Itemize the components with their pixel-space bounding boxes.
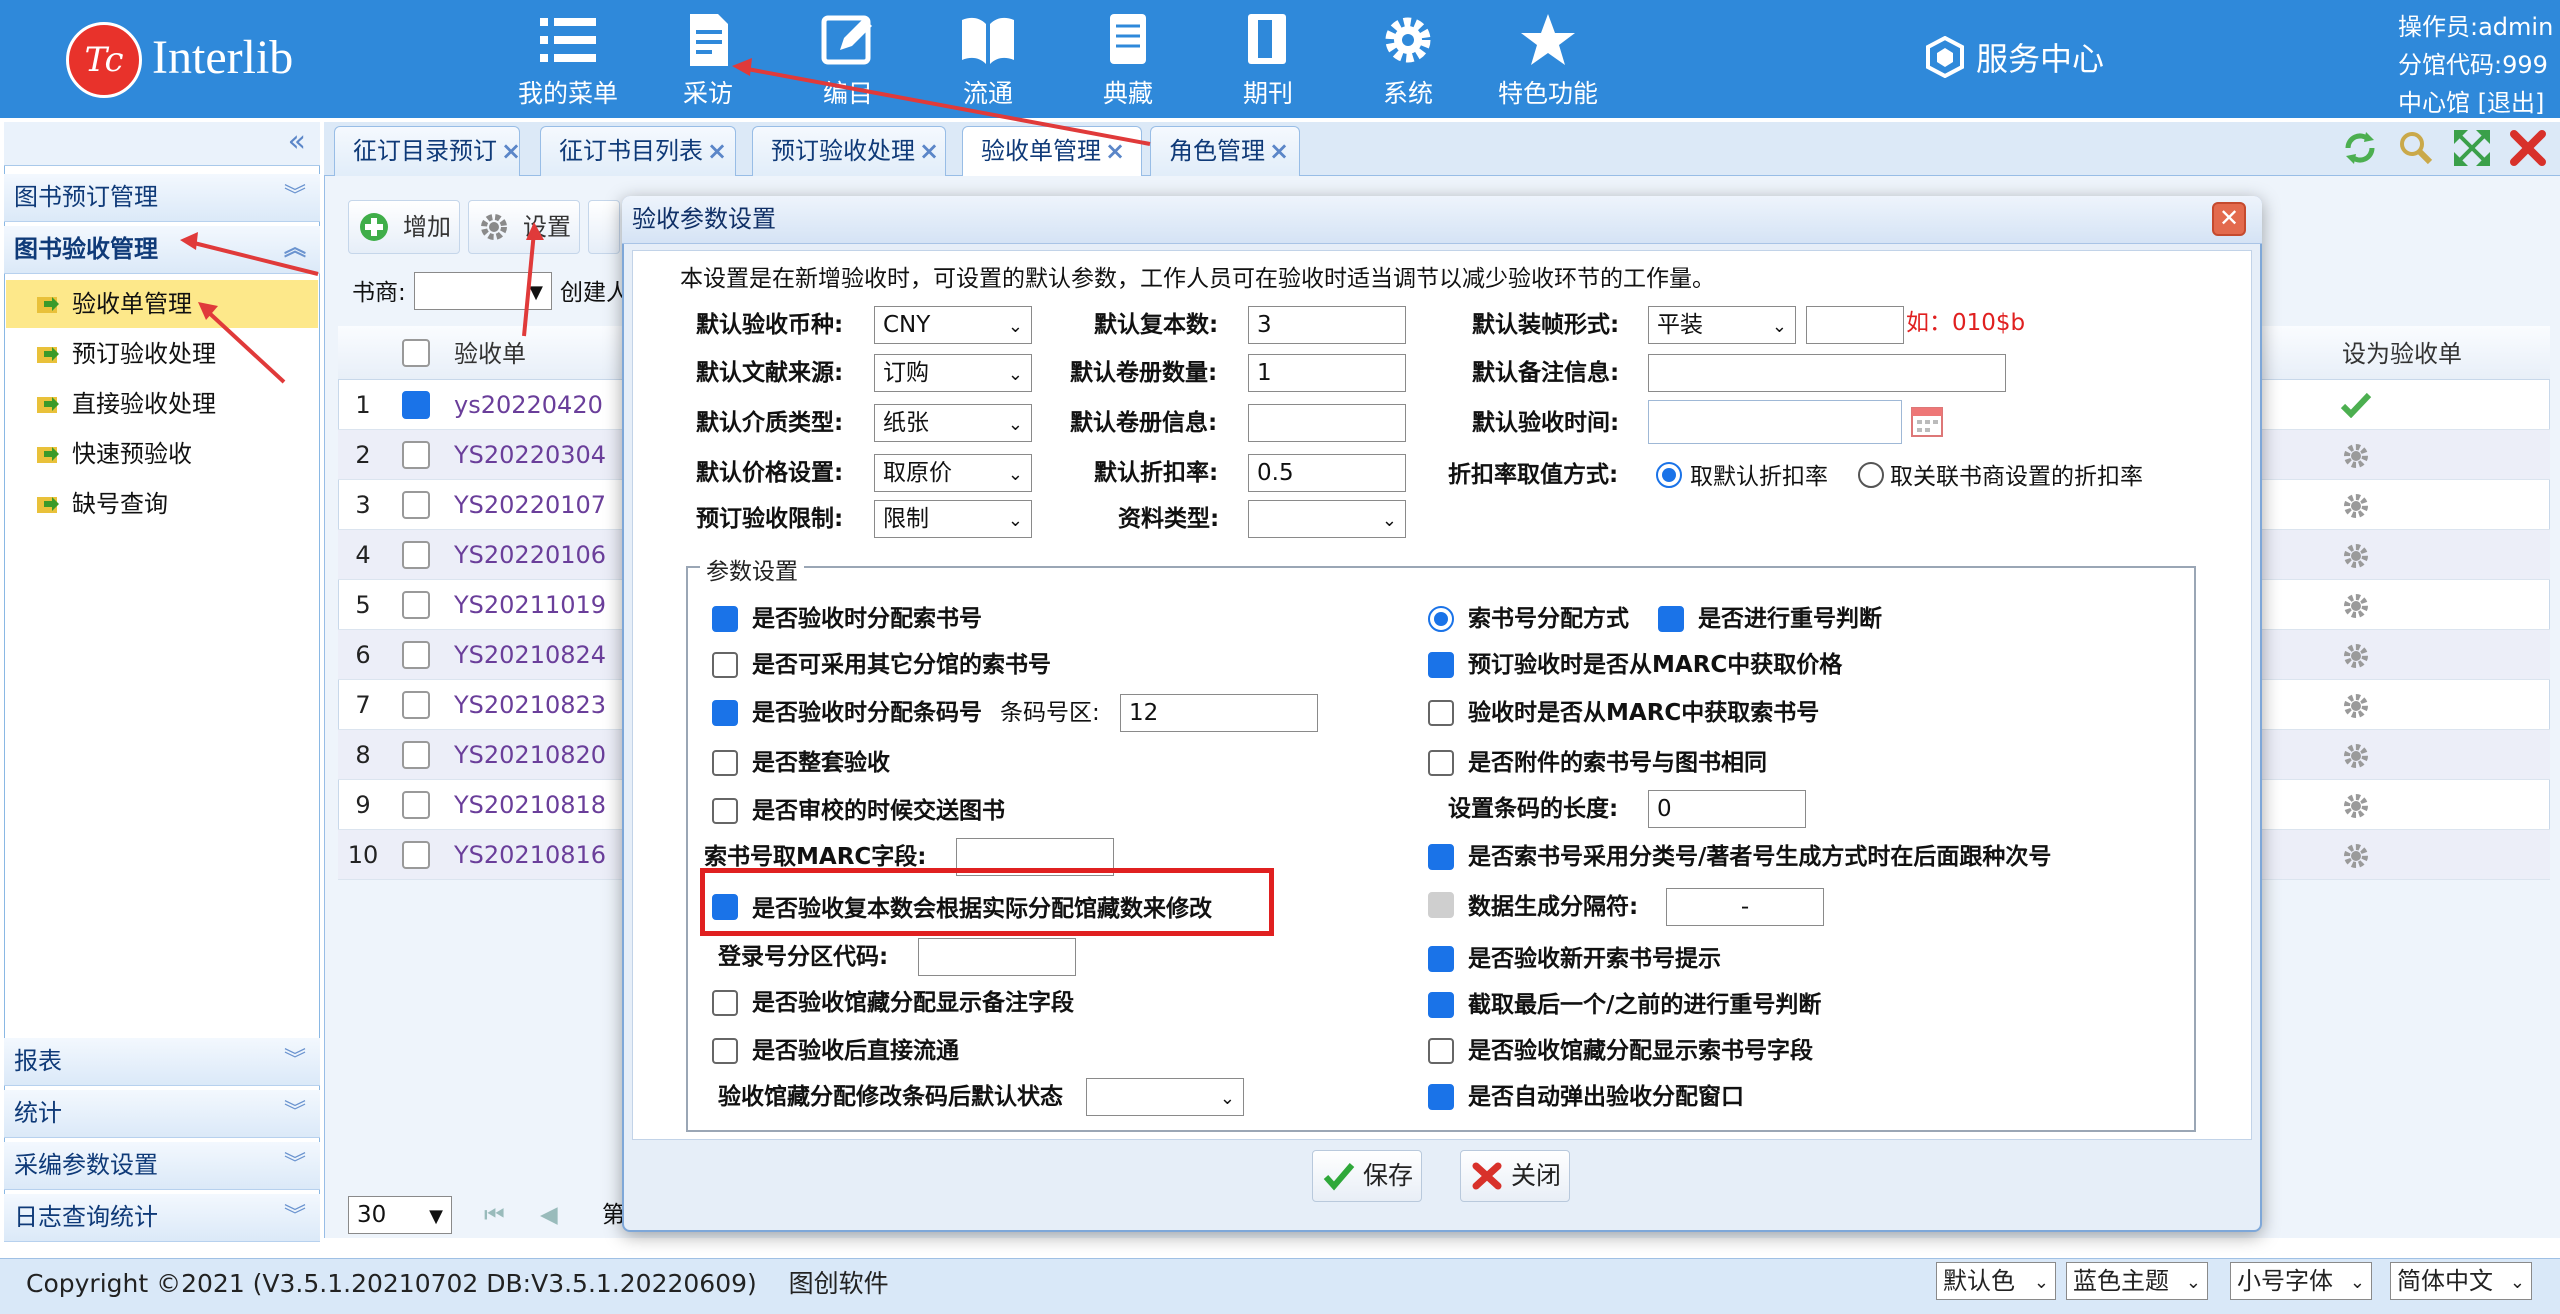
arrow-to-item — [198, 302, 286, 384]
color-select[interactable]: 默认色 ⌄ — [1936, 1262, 2056, 1300]
chevron-down-icon: ⌄ — [2509, 1272, 2525, 1293]
font-value: 小号字体 — [2237, 1267, 2333, 1295]
arrow-to-section — [180, 232, 319, 276]
color-value: 默认色 — [1943, 1267, 2015, 1295]
arrow-to-settings — [522, 222, 544, 337]
lang-select[interactable]: 简体中文 ⌄ — [2390, 1262, 2532, 1300]
annotation-arrows — [180, 58, 1151, 384]
font-select[interactable]: 小号字体 ⌄ — [2230, 1262, 2372, 1300]
chevron-down-icon: ⌄ — [2185, 1272, 2201, 1293]
company-name: 图创软件 — [788, 1269, 889, 1298]
theme-select[interactable]: 蓝色主题 ⌄ — [2066, 1262, 2208, 1300]
lang-value: 简体中文 — [2397, 1267, 2493, 1295]
chevron-down-icon: ⌄ — [2349, 1272, 2365, 1293]
theme-value: 蓝色主题 — [2073, 1267, 2169, 1295]
copyright: Copyright ©2021 (V3.5.1.20210702 DB:V3.5… — [26, 1264, 889, 1304]
copyright-text: Copyright ©2021 (V3.5.1.20210702 DB:V3.5… — [26, 1269, 757, 1298]
arrow-to-acquisition — [732, 58, 1151, 146]
chevron-down-icon: ⌄ — [2033, 1272, 2049, 1293]
